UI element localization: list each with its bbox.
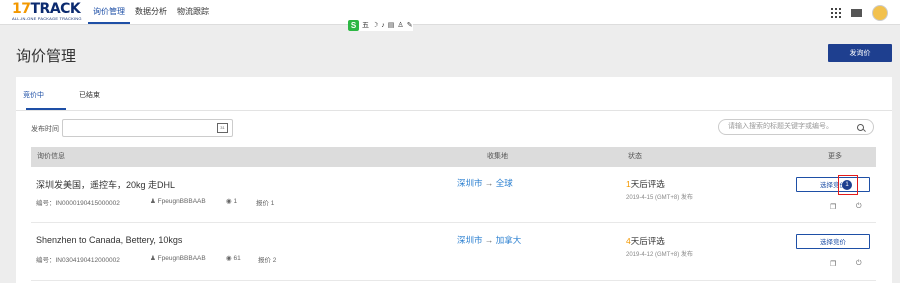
row-user: ♟ FpeugnBBBAAB [150,197,206,205]
mic-icon[interactable]: ♪ [381,22,385,29]
wrench-icon[interactable]: ✎ [407,21,413,29]
row-views: ◉ 1 [226,197,237,205]
row-divider [31,280,876,281]
row-route: 深圳市 → 加拿大 [457,234,521,246]
header-destination: 收集地 [487,153,508,160]
row-id: 编号：IN0000190415000002 [36,200,120,207]
logo[interactable]: 17TRACK ALL-IN-ONE PACKAGE TRACKING [12,2,82,21]
route-to: 全球 [495,178,513,188]
logo-number: 17 [12,1,31,17]
avatar[interactable] [872,5,888,21]
header-inquiry-info: 询价信息 [37,153,65,160]
logo-word: TRACK [30,1,81,17]
person-icon[interactable]: ♙ [397,21,403,29]
select-bid-button[interactable]: 选择竞价 [796,177,870,192]
row-title[interactable]: Shenzhen to Canada, Bettery, 10kgs [36,235,182,245]
browser-extension-toolbar: S 五 ☽ ♪ ▤ ♙ ✎ [348,19,413,31]
top-icons [831,5,888,21]
row-title[interactable]: 深圳发美国，遥控车，20kg 走DHL [36,178,175,191]
tab-bidding[interactable]: 竞价中 [23,77,44,109]
row-route: 深圳市 → 全球 [457,177,513,189]
row-quotes: 报价 1 [256,200,275,207]
nav-inquiry-management[interactable]: 询价管理 [88,0,130,24]
new-inquiry-button[interactable]: 发询价 [828,44,892,62]
select-bid-button[interactable]: 选择竞价 [796,234,870,249]
route-from: 深圳市 [457,235,483,245]
search-placeholder: 请输入搜索的标题关键字或编号。 [728,123,833,130]
row-publish-date: 2019-4-12 (GMT+8) 发布 [626,252,693,258]
divider [16,110,892,111]
header-status: 状态 [628,153,642,160]
moon-icon[interactable]: ☽ [372,21,378,29]
top-bar: 17TRACK ALL-IN-ONE PACKAGE TRACKING 询价管理… [0,0,900,25]
date-filter-label: 发布时间 [31,126,59,133]
row-publish-date: 2019-4-15 (GMT+8) 发布 [626,195,693,201]
row-status: 4天后评选 [626,235,665,247]
mail-icon[interactable] [851,9,862,17]
route-arrow: → [484,235,494,245]
inquiry-card: 竞价中 已结束 发布时间 31 请输入搜索的标题关键字或编号。 询价信息 收集地… [16,77,892,283]
search-input[interactable]: 请输入搜索的标题关键字或编号。 [718,119,874,135]
date-filter-input[interactable]: 31 [62,119,233,137]
nav-logistics-tracking[interactable]: 物流跟踪 [172,0,214,24]
calendar-icon[interactable]: 31 [217,123,228,133]
user-icon: ♟ [150,255,158,262]
apps-grid-icon[interactable] [831,8,841,18]
power-icon[interactable]: ⏻ [856,260,862,268]
page-title: 询价管理 [16,48,77,65]
copy-icon[interactable]: ❐ [830,260,836,268]
row-user-name: FpeugnBBBAAB [157,255,206,262]
route-to: 加拿大 [495,235,522,245]
row-id: 编号：IN0304190412000002 [36,257,120,264]
table-header: 询价信息 收集地 状态 更多 [31,147,876,167]
status-text: 天后评选 [630,236,665,246]
logo-tagline: ALL-IN-ONE PACKAGE TRACKING [12,16,82,21]
row-views: ◉ 61 [226,254,241,262]
copy-icon[interactable]: ❐ [830,203,836,211]
main-nav: 询价管理 数据分析 物流跟踪 [88,0,214,24]
search-icon[interactable] [857,124,864,131]
row-quotes: 报价 2 [258,257,277,264]
row-divider [31,222,876,223]
header-more: 更多 [828,153,842,160]
row-status: 1天后评选 [626,178,665,190]
row-views-count: 61 [233,255,241,262]
highlight-box [838,175,858,195]
row-views-count: 1 [233,198,238,205]
user-icon: ♟ [150,198,158,205]
extension-s-icon[interactable]: S [348,19,359,31]
tab-ended[interactable]: 已结束 [79,77,100,109]
status-text: 天后评选 [630,179,665,189]
nav-data-analysis[interactable]: 数据分析 [130,0,172,24]
route-arrow: → [484,178,494,188]
row-user: ♟ FpeugnBBBAAB [150,254,206,262]
route-from: 深圳市 [457,178,483,188]
tab-bar: 竞价中 已结束 [16,77,892,110]
power-icon[interactable]: ⏻ [856,203,862,211]
keyboard-icon[interactable]: ▤ [388,21,395,29]
extension-wu-label[interactable]: 五 [362,20,369,30]
row-user-name: FpeugnBBBAAB [157,198,206,205]
